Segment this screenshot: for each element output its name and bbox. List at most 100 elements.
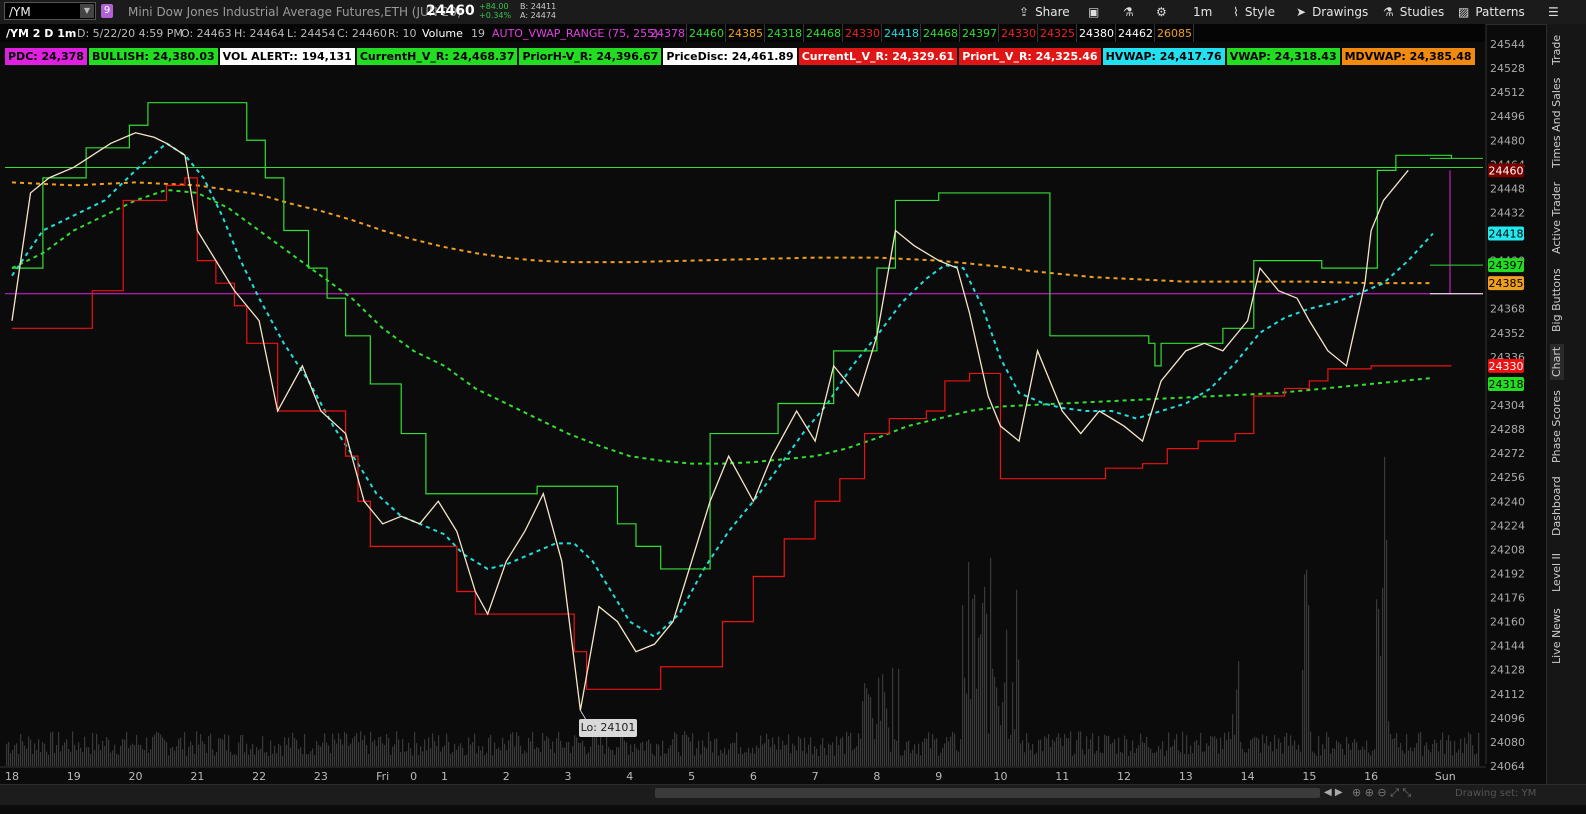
- volume-bar: [30, 739, 32, 766]
- volume-bar: [882, 674, 884, 766]
- volume-bar: [610, 749, 612, 766]
- drawing-set-label[interactable]: Drawing set: YM: [1455, 788, 1536, 799]
- volume-bar: [960, 739, 962, 766]
- right-tab[interactable]: Live News: [1550, 606, 1564, 666]
- volume-bar: [528, 737, 530, 766]
- right-tab[interactable]: Chart: [1550, 344, 1564, 380]
- volume-bar: [846, 731, 848, 766]
- study-label-chip[interactable]: MDVWAP: 24,385.48: [1341, 48, 1475, 65]
- studies-button[interactable]: ⚗ Studies: [1383, 0, 1444, 24]
- volume-bar: [908, 740, 910, 766]
- volume-bar: [836, 736, 838, 766]
- volume-bar: [608, 747, 610, 766]
- patterns-button[interactable]: ▨ Patterns: [1458, 0, 1525, 24]
- volume-bar: [426, 750, 428, 766]
- volume-bar: [496, 749, 498, 766]
- volume-bar: [440, 751, 442, 766]
- style-button[interactable]: ⌇ Style: [1233, 0, 1275, 24]
- link-group-badge[interactable]: 9: [101, 4, 113, 18]
- symbol-selector[interactable]: /YM ▼: [4, 2, 96, 20]
- right-tab[interactable]: Level II: [1550, 548, 1564, 596]
- volume-bar: [1454, 740, 1456, 766]
- volume-bar: [456, 749, 458, 766]
- change-value: +84.00: [479, 2, 509, 11]
- x-tick-label: 0: [410, 770, 417, 783]
- volume-bar: [1292, 745, 1294, 766]
- volume-bar: [1066, 737, 1068, 766]
- interval-button[interactable]: 1m: [1193, 0, 1212, 24]
- volume-bar: [1148, 747, 1150, 766]
- volume-bar: [964, 677, 966, 766]
- volume-bar: [290, 747, 292, 766]
- volume-bar: [862, 701, 864, 766]
- volume-bar: [1282, 753, 1284, 766]
- volume-bar: [68, 748, 70, 766]
- right-tab[interactable]: Phase Scores: [1550, 390, 1564, 464]
- study-label-chip[interactable]: PriorH-V_R: 24,396.67: [519, 48, 662, 65]
- volume-bar: [516, 732, 518, 766]
- volume-bar: [380, 736, 382, 766]
- volume-bar: [526, 752, 528, 766]
- study-label-chip[interactable]: CurrentL_V_R: 24,329.61: [798, 48, 958, 65]
- volume-bar: [920, 755, 922, 766]
- right-tab[interactable]: Dashboard: [1550, 474, 1564, 538]
- chevron-down-icon[interactable]: ▼: [80, 4, 94, 18]
- volume-bar: [554, 752, 556, 766]
- volume-bar: [646, 741, 648, 766]
- volume-bar: [870, 696, 872, 766]
- study-label-chip[interactable]: VWAP: 24,318.43: [1226, 48, 1340, 65]
- cursor-icon: ➤: [1296, 5, 1307, 19]
- volume-bar: [1312, 751, 1314, 766]
- right-tab[interactable]: Active Trader: [1550, 178, 1564, 258]
- share-button[interactable]: ⇪ Share: [1019, 0, 1070, 24]
- volume-bar: [284, 737, 286, 766]
- volume-bar: [428, 737, 430, 766]
- study-label-chip[interactable]: PriceDisc: 24,461.89: [663, 48, 797, 65]
- volume-bar: [568, 741, 570, 766]
- volume-bar: [532, 731, 534, 766]
- flask-button[interactable]: ⚗: [1123, 0, 1140, 24]
- volume-bar: [952, 731, 954, 766]
- volume-bar: [100, 750, 102, 766]
- drawings-button[interactable]: ➤ Drawings: [1296, 0, 1368, 24]
- volume-bar: [18, 754, 20, 766]
- right-tab[interactable]: Times And Sales: [1550, 78, 1564, 168]
- volume-bar: [1370, 755, 1372, 766]
- volume-bar: [1468, 732, 1470, 766]
- price-chart[interactable]: 2454424528245122449624480244642444824432…: [0, 24, 1546, 784]
- volume-bar: [1122, 752, 1124, 766]
- menu-button[interactable]: ☰: [1548, 0, 1565, 24]
- scroll-arrows[interactable]: ◀ ▶: [1324, 787, 1343, 798]
- volume-bar: [398, 739, 400, 766]
- volume-bar: [136, 735, 138, 766]
- y-tick-label: 24192: [1490, 567, 1525, 580]
- study-label-chip[interactable]: VOL ALERT:: 194,131: [219, 48, 355, 65]
- study-label-chip[interactable]: PDC: 24,378: [5, 48, 87, 65]
- right-tab[interactable]: Trade: [1550, 30, 1564, 70]
- volume-bar: [386, 733, 388, 766]
- volume-bar: [726, 754, 728, 766]
- volume-bar: [774, 744, 776, 766]
- settings-button[interactable]: ⚙: [1156, 0, 1173, 24]
- volume-bar: [1012, 682, 1014, 766]
- volume-bar: [1226, 740, 1228, 766]
- quote-button[interactable]: ▣: [1088, 0, 1105, 24]
- volume-bar: [400, 752, 402, 766]
- volume-bar: [860, 738, 862, 766]
- volume-bar: [104, 745, 106, 766]
- study-label-chip[interactable]: HVWAP: 24,417.76: [1102, 48, 1225, 65]
- volume-bar: [558, 731, 560, 766]
- volume-bar: [500, 750, 502, 766]
- study-label-chip[interactable]: PriorL_V_R: 24,325.46: [959, 48, 1101, 65]
- scrollbar-thumb[interactable]: [655, 788, 1320, 798]
- series-price: [11, 132, 1409, 711]
- zoom-controls[interactable]: ⊕ ⊕ ⊖ ⤢ ⤡: [1352, 786, 1411, 800]
- volume-bar: [1152, 752, 1154, 766]
- volume-bar: [680, 755, 682, 766]
- study-label-chip[interactable]: CurrentH_V_R: 24,468.37: [356, 48, 518, 65]
- volume-bar: [318, 745, 320, 766]
- study-label-chip[interactable]: BULLISH: 24,380.03: [88, 48, 218, 65]
- volume-bar: [834, 755, 836, 766]
- volume-bar: [294, 738, 296, 766]
- right-tab[interactable]: Big Buttons: [1550, 262, 1564, 338]
